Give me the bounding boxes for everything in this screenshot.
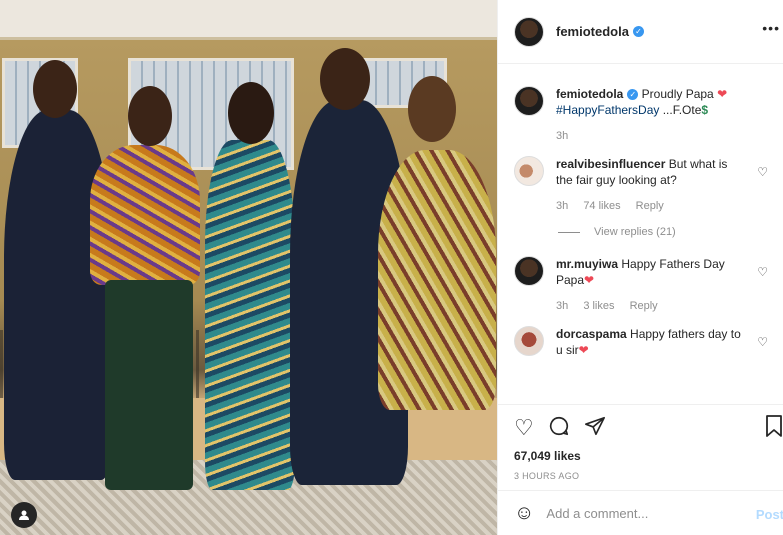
heart-emoji: ❤ xyxy=(578,343,589,357)
comment-item: dorcaspama Happy fathers day to u sir❤ ♡ xyxy=(514,326,768,358)
person-5-head xyxy=(408,76,456,142)
share-arrow-icon[interactable] xyxy=(584,415,606,441)
person-2-legs xyxy=(105,280,193,490)
dollar-emoji: $ xyxy=(701,103,709,117)
tagged-users-icon[interactable] xyxy=(11,502,37,528)
comment-avatar[interactable] xyxy=(514,256,544,286)
photo-ceiling xyxy=(0,0,497,40)
comment-time: 3h xyxy=(556,300,569,312)
person-2-top xyxy=(90,145,200,285)
verified-badge-icon: ✓ xyxy=(627,89,639,101)
caption-signature: ...F.Ote xyxy=(659,103,702,117)
verified-badge-icon: ✓ xyxy=(632,26,644,37)
caption-hashtag[interactable]: #HappyFathersDay xyxy=(556,103,659,117)
comment-time: 3h xyxy=(556,200,569,212)
more-options-icon[interactable]: ••• xyxy=(762,20,780,36)
comment-item: realvibesinfluencer But what is the fair… xyxy=(514,156,768,214)
person-3 xyxy=(205,140,295,490)
reply-button[interactable]: Reply xyxy=(636,200,664,212)
caption-avatar[interactable] xyxy=(514,86,544,116)
heart-emoji: ❤ xyxy=(717,87,728,101)
comment-likes[interactable]: 74 likes xyxy=(583,200,620,212)
like-comment-heart-icon[interactable]: ♡ xyxy=(757,164,768,180)
author-avatar[interactable] xyxy=(514,16,544,47)
comment-avatar[interactable] xyxy=(514,156,544,186)
person-1 xyxy=(4,110,112,480)
comment-username[interactable]: realvibesinfluencer xyxy=(556,157,665,171)
replies-line xyxy=(558,231,580,233)
like-comment-heart-icon[interactable]: ♡ xyxy=(757,334,768,350)
caption-time: 3h xyxy=(556,130,569,142)
post-actions: ♡ 67,049 likes 3 HOURS AGO xyxy=(498,404,783,490)
reply-button[interactable]: Reply xyxy=(630,300,658,312)
comment-username[interactable]: mr.muyiwa xyxy=(556,257,618,271)
post-side-panel: femiotedola ✓ ••• femiotedola ✓ Proudly P… xyxy=(497,0,783,535)
post-header: femiotedola ✓ ••• xyxy=(498,0,783,64)
post-photo[interactable] xyxy=(0,0,497,535)
post-timestamp: 3 HOURS AGO xyxy=(514,471,580,481)
emoji-smiley-icon[interactable]: ☺ xyxy=(514,502,534,525)
person-4-head xyxy=(320,48,370,110)
caption: femiotedola ✓ Proudly Papa ❤ #HappyFather… xyxy=(514,86,768,144)
post-comment-button[interactable]: Post xyxy=(756,507,783,522)
person-1-head xyxy=(33,60,77,118)
likes-count[interactable]: 67,049 likes xyxy=(514,449,768,463)
add-comment-bar: ☺ Add a comment... Post xyxy=(498,490,783,535)
caption-username[interactable]: femiotedola xyxy=(556,87,623,101)
view-replies-label[interactable]: View replies (21) xyxy=(594,224,676,240)
comment-likes[interactable]: 3 likes xyxy=(583,300,614,312)
like-heart-icon[interactable]: ♡ xyxy=(514,417,534,439)
person-2-head xyxy=(128,86,172,146)
comments-list: femiotedola ✓ Proudly Papa ❤ #HappyFather… xyxy=(498,64,783,404)
add-comment-input[interactable]: Add a comment... xyxy=(546,506,648,521)
view-replies[interactable]: View replies (21) xyxy=(558,224,768,240)
comment-username[interactable]: dorcaspama xyxy=(556,327,627,341)
bookmark-icon[interactable] xyxy=(766,415,782,443)
caption-text: Proudly Papa xyxy=(638,87,718,101)
heart-emoji: ❤ xyxy=(584,273,595,287)
comment-bubble-icon[interactable] xyxy=(548,415,570,441)
person-5 xyxy=(378,150,496,410)
author-username[interactable]: femiotedola xyxy=(556,24,629,39)
person-3-head xyxy=(228,82,274,144)
comment-avatar[interactable] xyxy=(514,326,544,356)
like-comment-heart-icon[interactable]: ♡ xyxy=(757,264,768,280)
comment-item: mr.muyiwa Happy Fathers Day Papa❤ 3h 3 l… xyxy=(514,256,768,314)
